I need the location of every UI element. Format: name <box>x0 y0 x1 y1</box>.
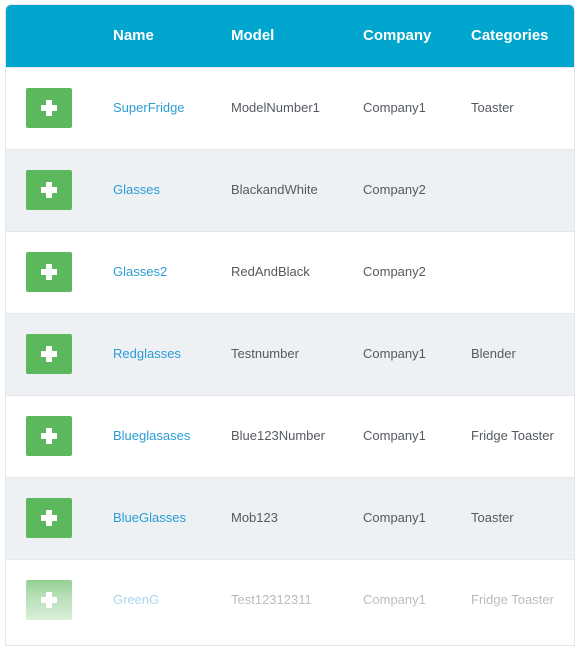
products-table: Name Model Company Categories SuperFridg… <box>5 4 575 646</box>
product-name-link[interactable]: Glasses <box>113 182 160 197</box>
table-row: Glasses BlackandWhite Company2 <box>6 149 574 231</box>
table-row: Glasses2 RedAndBlack Company2 <box>6 231 574 313</box>
product-categories: Fridge Toaster <box>471 592 554 607</box>
product-company: Company2 <box>363 182 426 197</box>
add-button[interactable] <box>26 88 72 128</box>
add-button[interactable] <box>26 416 72 456</box>
table-row: BlueGlasses Mob123 Company1 Toaster <box>6 477 574 559</box>
add-button[interactable] <box>26 170 72 210</box>
header-model[interactable]: Model <box>231 27 274 44</box>
product-name-link[interactable]: BlueGlasses <box>113 510 186 525</box>
product-company: Company1 <box>363 510 426 525</box>
product-name-link[interactable]: Blueglasases <box>113 428 190 443</box>
product-company: Company1 <box>363 346 426 361</box>
product-categories: Blender <box>471 346 516 361</box>
product-categories: Toaster <box>471 100 514 115</box>
product-company: Company1 <box>363 592 426 607</box>
product-name-link[interactable]: GreenG <box>113 592 159 607</box>
table-row: GreenG Test12312311 Company1 Fridge Toas… <box>6 559 574 641</box>
add-button[interactable] <box>26 580 72 620</box>
product-model: Blue123Number <box>231 428 325 443</box>
table-row: Blueglasases Blue123Number Company1 Frid… <box>6 395 574 477</box>
header-name[interactable]: Name <box>113 27 154 44</box>
product-model: BlackandWhite <box>231 182 318 197</box>
add-button[interactable] <box>26 252 72 292</box>
product-company: Company2 <box>363 264 426 279</box>
product-model: Testnumber <box>231 346 299 361</box>
header-company[interactable]: Company <box>363 27 431 44</box>
product-name-link[interactable]: Redglasses <box>113 346 181 361</box>
product-categories: Fridge Toaster <box>471 428 554 443</box>
product-model: Mob123 <box>231 510 278 525</box>
product-name-link[interactable]: SuperFridge <box>113 100 185 115</box>
add-button[interactable] <box>26 334 72 374</box>
product-name-link[interactable]: Glasses2 <box>113 264 167 279</box>
table-row: SuperFridge ModelNumber1 Company1 Toaste… <box>6 67 574 149</box>
product-model: RedAndBlack <box>231 264 310 279</box>
header-categories[interactable]: Categories <box>471 27 549 44</box>
product-company: Company1 <box>363 100 426 115</box>
table-header: Name Model Company Categories <box>6 5 574 67</box>
add-button[interactable] <box>26 498 72 538</box>
product-categories: Toaster <box>471 510 514 525</box>
product-model: Test12312311 <box>231 592 312 607</box>
table-row: Redglasses Testnumber Company1 Blender <box>6 313 574 395</box>
product-model: ModelNumber1 <box>231 100 320 115</box>
product-company: Company1 <box>363 428 426 443</box>
